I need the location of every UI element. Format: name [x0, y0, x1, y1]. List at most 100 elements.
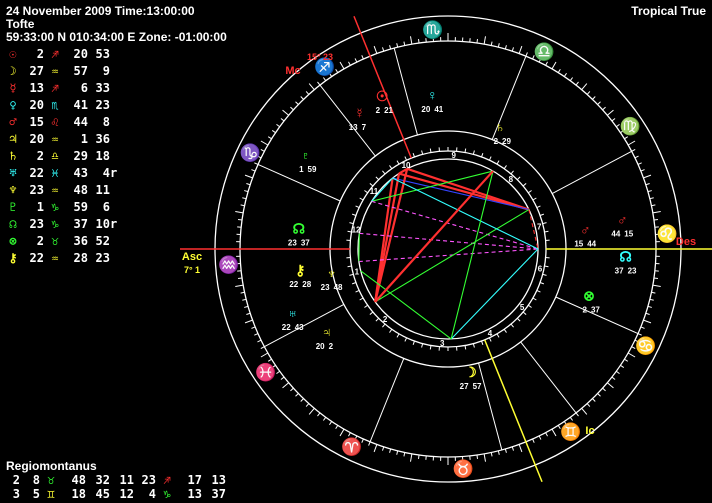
- house-number: 8: [509, 175, 514, 184]
- planet-glyph-icon: ♄: [495, 119, 506, 135]
- inner-degree-tick: [389, 165, 393, 170]
- house-number: 4: [488, 329, 493, 338]
- inner-degree-tick: [522, 311, 527, 315]
- degree-tick: [602, 106, 606, 111]
- degree-tick: [575, 412, 579, 417]
- degree-tick: [237, 219, 243, 221]
- degree-tick: [389, 448, 392, 453]
- house-cusp-line: [393, 47, 418, 136]
- planet-glyph-icon: ☊: [293, 220, 305, 236]
- degree-tick: [244, 174, 253, 179]
- planet-glyph-icon: ☽: [464, 364, 477, 380]
- degree-tick: [254, 162, 259, 165]
- degree-tick: [276, 123, 281, 128]
- house-cusp-line: [478, 362, 503, 451]
- zodiac-sign-icon: ♉: [453, 458, 474, 478]
- inner-degree-tick: [510, 170, 514, 175]
- degree-tick: [246, 183, 251, 186]
- degree-tick: [597, 101, 601, 105]
- degree-tick: [305, 403, 310, 407]
- degree-tick: [645, 312, 650, 315]
- degree-tick: [260, 352, 269, 358]
- inner-degree-tick: [516, 176, 521, 181]
- degree-tick: [373, 45, 378, 54]
- degree-tick: [300, 398, 304, 402]
- degree-tick: [575, 81, 579, 86]
- planet-degree-label: 23: [288, 238, 297, 247]
- degree-tick: [361, 55, 364, 60]
- degree-tick: [396, 450, 399, 455]
- house-number: 1: [355, 268, 360, 277]
- inner-degree-tick: [544, 265, 549, 268]
- planet-degree-label: 15: [574, 240, 583, 249]
- degree-tick: [640, 326, 645, 329]
- degree-tick: [300, 96, 304, 100]
- inner-degree-tick: [496, 333, 500, 338]
- planet-glyph-icon: ♅: [287, 305, 298, 321]
- degree-tick: [368, 441, 371, 446]
- degree-tick: [348, 432, 351, 437]
- planet-glyph-icon: ♂: [617, 212, 628, 228]
- house-number: 10: [402, 161, 411, 170]
- house-cusp-line: [369, 358, 405, 443]
- degree-tick: [267, 358, 272, 362]
- degree-tick: [637, 162, 642, 165]
- degree-tick: [611, 118, 616, 122]
- degree-tick: [339, 428, 345, 437]
- planet-glyph-icon: ☊: [619, 248, 631, 264]
- natal-chart-wheel[interactable]: ♒♓♈♉♊♋♌♍♎♏♐♑ 789101112123456 ♀20 41♄2 29♂1…: [0, 0, 712, 503]
- chart-angle-label: Asc: [182, 251, 202, 263]
- degree-tick: [389, 45, 392, 50]
- inner-degree-tick: [355, 205, 360, 209]
- inner-degree-tick: [488, 156, 492, 161]
- inner-degree-tick: [544, 230, 549, 233]
- degree-tick: [317, 412, 321, 417]
- degree-tick: [280, 376, 285, 380]
- planet-degree-label: 22: [282, 323, 291, 332]
- chart-angle-label: Des: [676, 236, 696, 248]
- inner-degree-tick: [389, 328, 393, 333]
- planet-minute-label: 37: [591, 305, 600, 314]
- degree-tick: [511, 446, 514, 451]
- aspect-line: [374, 209, 530, 303]
- degree-tick: [607, 382, 614, 389]
- degree-tick: [382, 47, 385, 52]
- degree-tick: [329, 421, 333, 426]
- degree-tick: [525, 52, 528, 57]
- planet-minute-label: 57: [473, 382, 482, 391]
- degree-tick: [295, 393, 299, 397]
- degree-tick: [240, 291, 245, 294]
- degree-tick: [518, 444, 523, 453]
- chart-angle-label: Mc: [285, 65, 300, 77]
- inner-degree-tick: [532, 197, 537, 201]
- degree-tick: [551, 428, 557, 437]
- chart-angle-degree: 7° 1: [184, 265, 200, 275]
- degree-tick: [586, 403, 591, 407]
- planet-labels: ♀20 41♄2 29♂15 44☉2 21☿13 7♇1 59☊23 37♃20 2⚷22 28…: [282, 87, 637, 391]
- degree-tick: [244, 305, 249, 308]
- degree-tick: [235, 210, 244, 214]
- degree-tick: [271, 130, 276, 134]
- inner-degree-tick: [347, 265, 352, 268]
- chart-ring: [349, 150, 547, 348]
- degree-tick: [592, 96, 596, 100]
- inner-degree-tick: [539, 213, 545, 216]
- degree-tick: [483, 453, 487, 462]
- inner-degree-tick: [496, 160, 500, 165]
- degree-tick: [627, 140, 636, 146]
- inner-degree-tick: [355, 289, 360, 293]
- degree-tick: [483, 36, 487, 45]
- planet-glyph-icon: ⚷: [295, 262, 305, 278]
- planet-degree-label: 22: [289, 280, 298, 289]
- degree-tick: [504, 448, 507, 453]
- house-cusp-lines: [180, 15, 712, 483]
- planet-degree-label: 37: [615, 266, 624, 275]
- inner-degree-tick: [375, 176, 380, 181]
- planet-glyph-icon: ♆: [326, 265, 337, 281]
- degree-tick: [645, 183, 650, 186]
- planet-degree-label: 44: [611, 230, 620, 239]
- degree-tick: [335, 425, 339, 430]
- degree-tick: [382, 446, 385, 451]
- degree-tick: [640, 169, 645, 172]
- planet-degree-label: 2: [376, 106, 381, 115]
